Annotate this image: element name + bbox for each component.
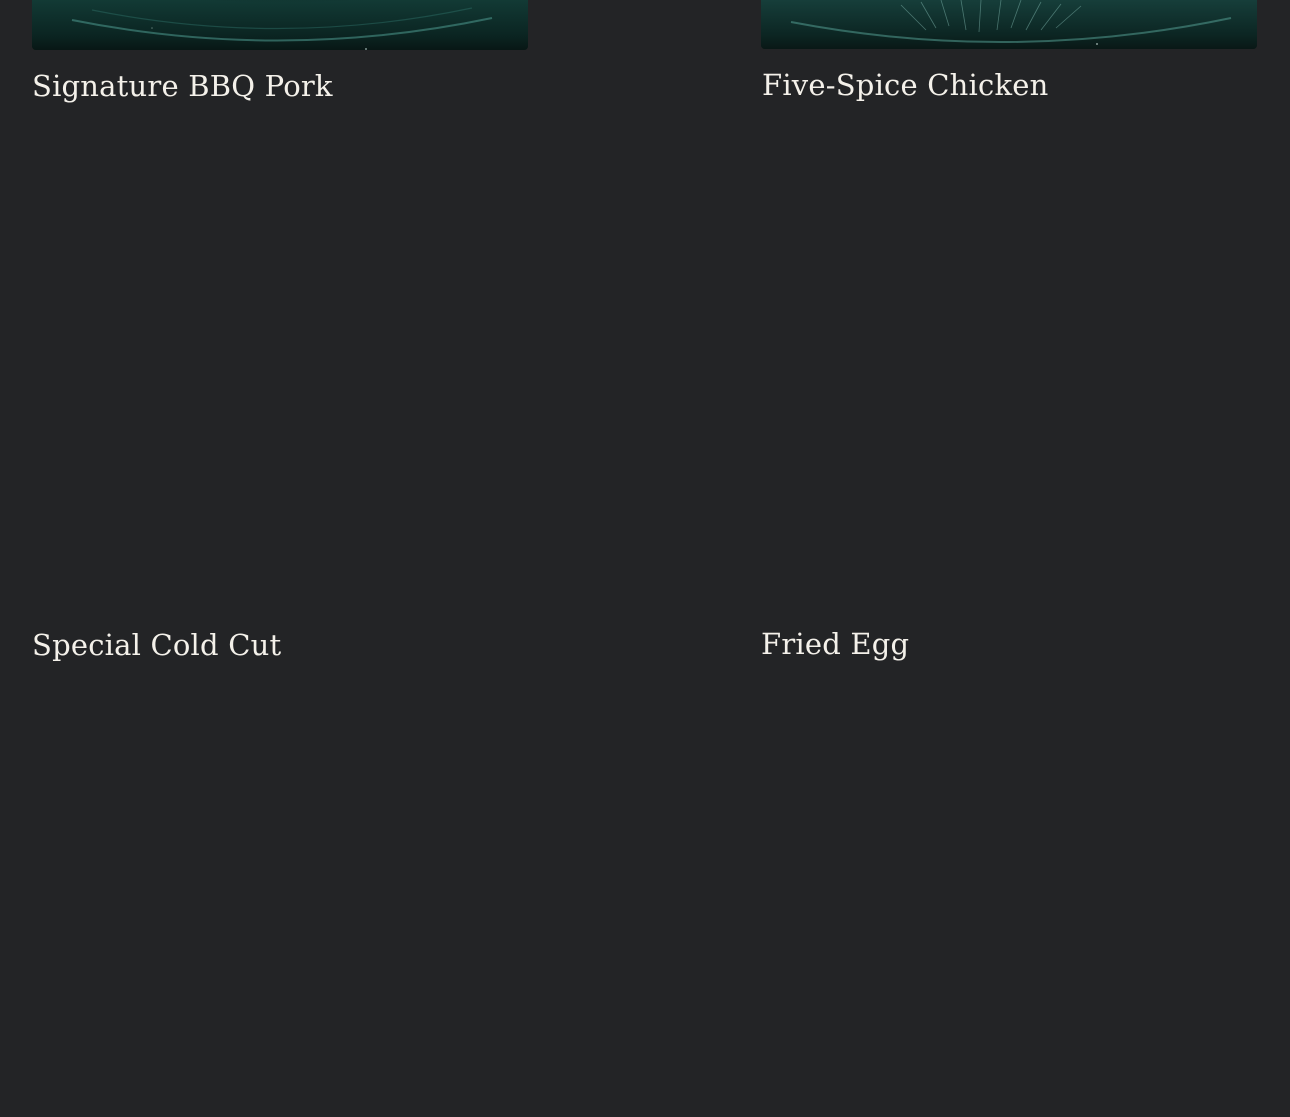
- dish-title[interactable]: Special Cold Cut: [32, 631, 281, 660]
- dish-photo[interactable]: [32, 0, 528, 50]
- dish-photo[interactable]: [761, 0, 1257, 49]
- plate-image: [761, 0, 1257, 49]
- dish-title[interactable]: Signature BBQ Pork: [32, 72, 333, 101]
- plate-image: [32, 0, 528, 50]
- dish-title[interactable]: Fried Egg: [761, 630, 909, 659]
- dish-title[interactable]: Five-Spice Chicken: [762, 71, 1048, 100]
